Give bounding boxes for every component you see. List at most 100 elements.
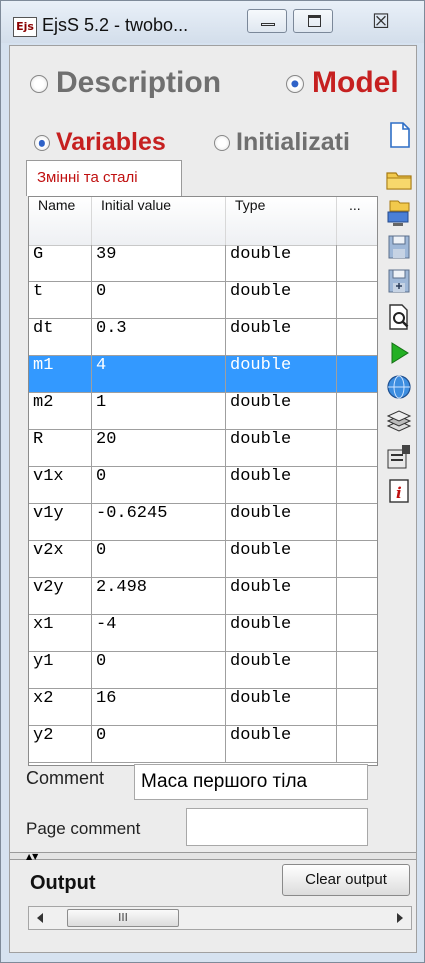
table-row[interactable]: v2x 0 double — [29, 541, 377, 578]
type-cell[interactable]: double — [226, 319, 337, 355]
column-header-name[interactable]: Name — [29, 197, 92, 245]
variable-name-cell[interactable]: G — [29, 245, 92, 281]
extra-cell[interactable] — [337, 356, 377, 392]
search-document-icon[interactable] — [384, 302, 414, 332]
initial-value-cell[interactable]: -4 — [92, 615, 226, 651]
variables-table[interactable]: Name Initial value Type ... G 39 double t 0 d… — [28, 196, 378, 766]
variable-name-cell[interactable]: m2 — [29, 393, 92, 429]
variable-name-cell[interactable]: m1 — [29, 356, 92, 392]
preferences-icon[interactable] — [384, 442, 414, 472]
close-button[interactable]: ☒ — [353, 7, 409, 35]
minimize-button[interactable] — [247, 9, 287, 33]
initial-value-cell[interactable]: 20 — [92, 430, 226, 466]
type-cell[interactable]: double — [226, 245, 337, 281]
variable-name-cell[interactable]: v2x — [29, 541, 92, 577]
title-bar[interactable]: Ejs EjsS 5.2 - twobo... ☒ — [1, 1, 424, 43]
tab-initialization[interactable]: Initializati — [214, 128, 350, 157]
extra-cell[interactable] — [337, 504, 377, 540]
page-comment-field[interactable] — [186, 808, 368, 846]
variable-name-cell[interactable]: v2y — [29, 578, 92, 614]
initial-value-cell[interactable]: 0 — [92, 726, 226, 762]
initial-value-cell[interactable]: 0 — [92, 541, 226, 577]
type-cell[interactable]: double — [226, 282, 337, 318]
table-row[interactable]: G 39 double — [29, 245, 377, 282]
open-folder-icon[interactable] — [384, 164, 414, 194]
variable-name-cell[interactable]: y1 — [29, 652, 92, 688]
variable-name-cell[interactable]: x1 — [29, 615, 92, 651]
save-icon[interactable] — [384, 232, 414, 262]
tab-model[interactable]: Model — [286, 66, 399, 100]
new-file-icon[interactable] — [384, 120, 414, 150]
type-cell[interactable]: double — [226, 430, 337, 466]
initial-value-cell[interactable]: 1 — [92, 393, 226, 429]
library-icon[interactable] — [384, 406, 414, 436]
open-network-icon[interactable] — [384, 198, 414, 228]
panel-splitter[interactable]: ▲▼ — [10, 852, 416, 861]
tab-variables[interactable]: Variables — [34, 128, 166, 157]
extra-cell[interactable] — [337, 245, 377, 281]
extra-cell[interactable] — [337, 430, 377, 466]
column-header-type[interactable]: Type — [226, 197, 337, 245]
scroll-left-arrow-icon[interactable] — [37, 913, 43, 923]
table-row[interactable]: v1y -0.6245 double — [29, 504, 377, 541]
column-header-more[interactable]: ... — [337, 197, 377, 245]
initial-value-cell[interactable]: 0.3 — [92, 319, 226, 355]
initial-value-cell[interactable]: 39 — [92, 245, 226, 281]
table-row[interactable]: t 0 double — [29, 282, 377, 319]
table-row[interactable]: x2 16 double — [29, 689, 377, 726]
table-row[interactable]: R 20 double — [29, 430, 377, 467]
extra-cell[interactable] — [337, 467, 377, 503]
extra-cell[interactable] — [337, 541, 377, 577]
variable-name-cell[interactable]: v1y — [29, 504, 92, 540]
extra-cell[interactable] — [337, 393, 377, 429]
extra-cell[interactable] — [337, 615, 377, 651]
initial-value-cell[interactable]: 16 — [92, 689, 226, 725]
type-cell[interactable]: double — [226, 689, 337, 725]
info-icon[interactable]: i — [384, 476, 414, 506]
maximize-button[interactable] — [293, 9, 333, 33]
comment-field[interactable]: Маса першого тіла — [134, 764, 368, 800]
table-row[interactable]: m2 1 double — [29, 393, 377, 430]
scrollbar-thumb[interactable]: III — [67, 909, 179, 927]
table-row[interactable]: dt 0.3 double — [29, 319, 377, 356]
extra-cell[interactable] — [337, 282, 377, 318]
table-row[interactable]: y2 0 double — [29, 726, 377, 763]
extra-cell[interactable] — [337, 578, 377, 614]
type-cell[interactable]: double — [226, 541, 337, 577]
table-row[interactable]: v2y 2.498 double — [29, 578, 377, 615]
table-row[interactable]: v1x 0 double — [29, 467, 377, 504]
scroll-right-arrow-icon[interactable] — [397, 913, 403, 923]
variable-name-cell[interactable]: y2 — [29, 726, 92, 762]
type-cell[interactable]: double — [226, 356, 337, 392]
run-icon[interactable] — [384, 338, 414, 368]
web-globe-icon[interactable] — [384, 372, 414, 402]
type-cell[interactable]: double — [226, 726, 337, 762]
initial-value-cell[interactable]: 4 — [92, 356, 226, 392]
variable-name-cell[interactable]: t — [29, 282, 92, 318]
table-row[interactable]: x1 -4 double — [29, 615, 377, 652]
table-row[interactable]: m1 4 double — [29, 356, 377, 393]
type-cell[interactable]: double — [226, 615, 337, 651]
variable-name-cell[interactable]: v1x — [29, 467, 92, 503]
extra-cell[interactable] — [337, 726, 377, 762]
initial-value-cell[interactable]: 0 — [92, 282, 226, 318]
variables-page-tab[interactable]: Змінні та сталі — [26, 160, 182, 196]
type-cell[interactable]: double — [226, 578, 337, 614]
save-as-icon[interactable] — [384, 266, 414, 296]
variable-name-cell[interactable]: dt — [29, 319, 92, 355]
tab-description[interactable]: Description — [30, 66, 221, 100]
type-cell[interactable]: double — [226, 652, 337, 688]
variable-name-cell[interactable]: x2 — [29, 689, 92, 725]
extra-cell[interactable] — [337, 652, 377, 688]
type-cell[interactable]: double — [226, 467, 337, 503]
table-row[interactable]: y1 0 double — [29, 652, 377, 689]
initial-value-cell[interactable]: 0 — [92, 467, 226, 503]
initial-value-cell[interactable]: 0 — [92, 652, 226, 688]
extra-cell[interactable] — [337, 319, 377, 355]
initial-value-cell[interactable]: -0.6245 — [92, 504, 226, 540]
type-cell[interactable]: double — [226, 393, 337, 429]
output-horizontal-scrollbar[interactable]: III — [28, 906, 412, 930]
type-cell[interactable]: double — [226, 504, 337, 540]
column-header-initial-value[interactable]: Initial value — [92, 197, 226, 245]
clear-output-button[interactable]: Clear output — [282, 864, 410, 896]
